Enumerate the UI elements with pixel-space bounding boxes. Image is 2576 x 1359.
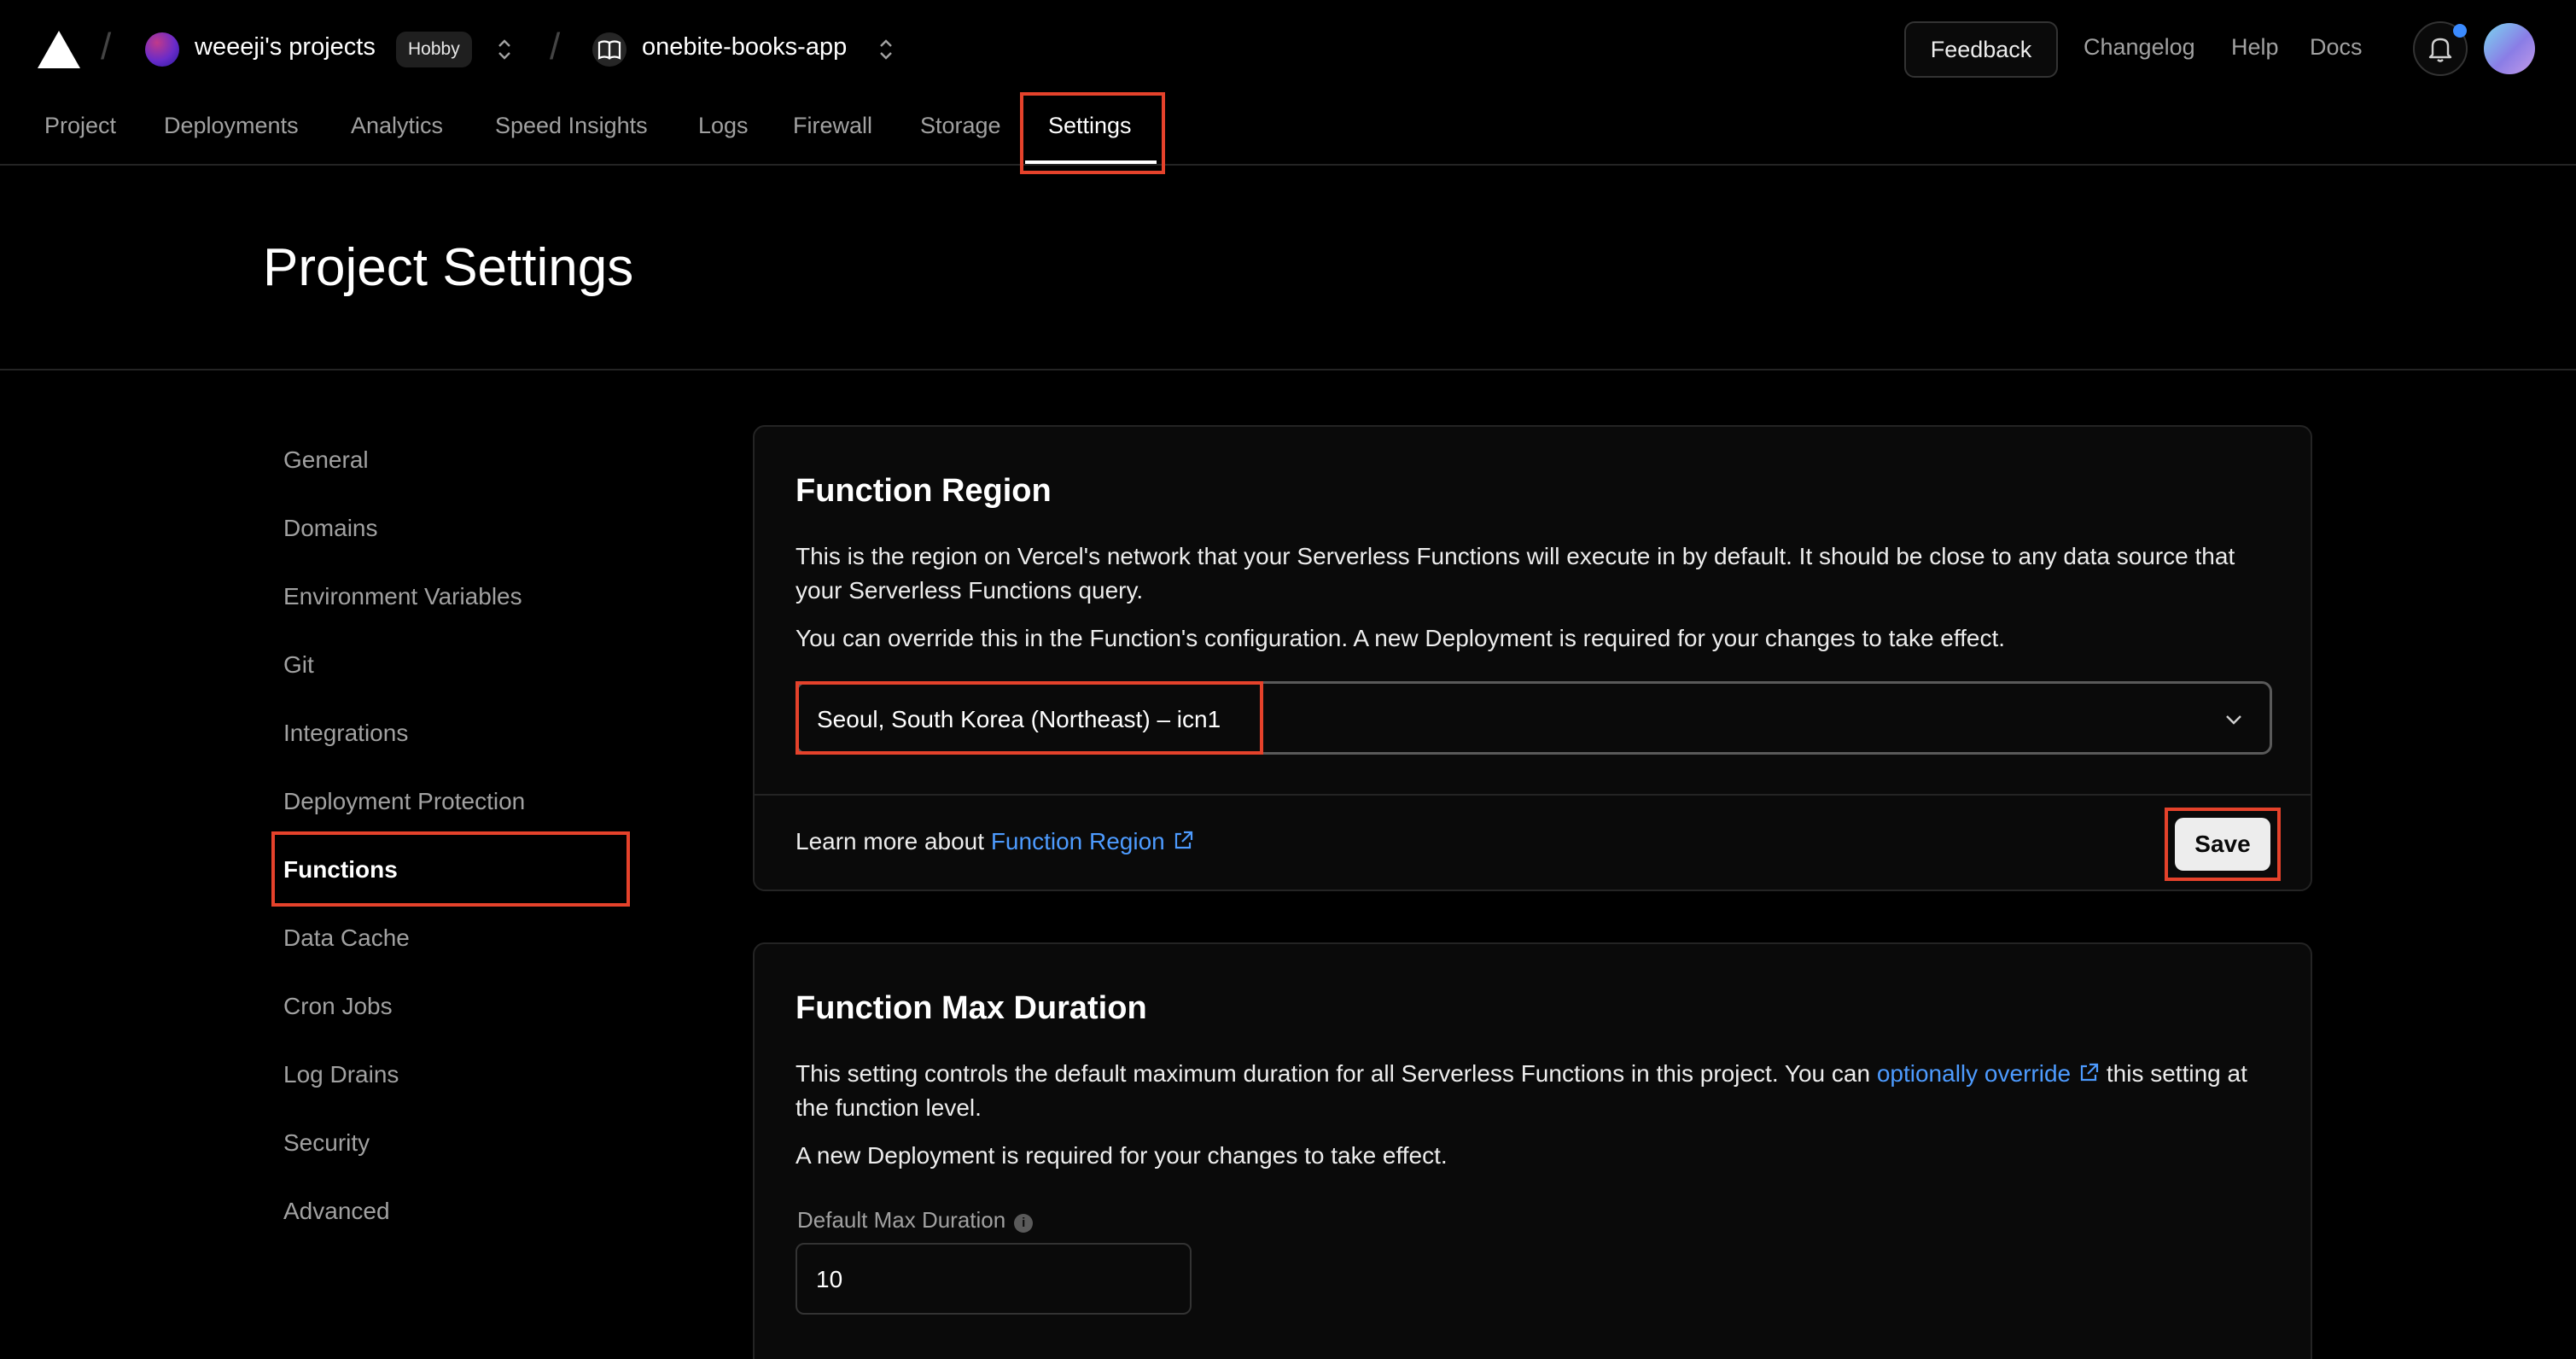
sidebar-item-log-drains[interactable]: Log Drains (283, 1061, 399, 1088)
changelog-link[interactable]: Changelog (2084, 34, 2195, 61)
function-region-footer: Learn more about Function Region Save (755, 794, 2311, 889)
docs-link[interactable]: Docs (2310, 34, 2363, 61)
external-link-icon (2080, 1063, 2099, 1082)
default-max-duration-value: 10 (816, 1266, 843, 1292)
project-nav-tabs: Project Deployments Analytics Speed Insi… (0, 101, 2576, 166)
vercel-logo-icon[interactable] (38, 31, 80, 68)
project-book-icon (592, 32, 627, 67)
breadcrumb-separator: / (550, 26, 561, 67)
sidebar-item-deployment-protection[interactable]: Deployment Protection (283, 788, 525, 815)
project-switcher-icon[interactable] (877, 34, 895, 65)
user-avatar[interactable] (2484, 23, 2535, 74)
default-max-duration-label: Default Max Duration i (797, 1207, 1034, 1234)
default-max-duration-label-text: Default Max Duration (797, 1207, 1006, 1233)
optionally-override-link[interactable]: optionally override (1877, 1060, 2071, 1087)
learn-more-text: Learn more about Function Region (796, 828, 1194, 855)
sidebar-item-domains[interactable]: Domains (283, 515, 377, 542)
function-max-duration-title: Function Max Duration (796, 990, 1147, 1026)
page-header: Project Settings (0, 167, 2576, 370)
sidebar-item-general[interactable]: General (283, 446, 369, 474)
function-region-title: Function Region (796, 473, 1052, 509)
function-max-duration-description: This setting controls the default maximu… (796, 1057, 2281, 1125)
tab-project[interactable]: Project (44, 113, 116, 139)
tab-storage[interactable]: Storage (920, 113, 1001, 139)
sidebar-item-advanced[interactable]: Advanced (283, 1198, 390, 1225)
feedback-button[interactable]: Feedback (1904, 21, 2058, 78)
tab-deployments[interactable]: Deployments (164, 113, 299, 139)
default-max-duration-input[interactable]: 10 (796, 1243, 1192, 1315)
plan-badge: Hobby (396, 32, 472, 67)
chevron-down-icon (2226, 715, 2241, 725)
external-link-icon (1174, 831, 1192, 849)
tab-speed-insights[interactable]: Speed Insights (495, 113, 648, 139)
sidebar-item-security[interactable]: Security (283, 1129, 370, 1157)
project-name[interactable]: onebite-books-app (642, 33, 847, 61)
tab-firewall[interactable]: Firewall (793, 113, 872, 139)
notification-dot (2453, 24, 2467, 38)
function-max-duration-card: Function Max Duration This setting contr… (753, 942, 2312, 1359)
function-region-description: This is the region on Vercel's network t… (796, 543, 2235, 604)
help-link[interactable]: Help (2231, 34, 2279, 61)
top-header: / weeeji's projects Hobby / onebite-book… (0, 0, 2576, 101)
sidebar-item-cron-jobs[interactable]: Cron Jobs (283, 993, 393, 1020)
description-prefix: This setting controls the default maximu… (796, 1060, 1871, 1087)
sidebar-item-data-cache[interactable]: Data Cache (283, 924, 410, 952)
sidebar-item-git[interactable]: Git (283, 651, 314, 679)
tab-analytics[interactable]: Analytics (351, 113, 443, 139)
learn-more-prefix: Learn more about (796, 828, 985, 854)
team-name[interactable]: weeeji's projects (195, 33, 376, 61)
functions-item-highlight (271, 831, 630, 907)
function-region-note: You can override this in the Function's … (796, 625, 2006, 651)
sidebar-item-environment-variables[interactable]: Environment Variables (283, 583, 522, 610)
save-button-highlight (2165, 808, 2281, 881)
function-region-docs-link[interactable]: Function Region (991, 828, 1165, 854)
region-value-highlight (796, 681, 1263, 755)
settings-tab-highlight (1020, 92, 1165, 174)
function-max-duration-note: A new Deployment is required for your ch… (796, 1142, 1448, 1169)
team-switcher-icon[interactable] (495, 34, 514, 65)
breadcrumb-separator: / (101, 26, 112, 67)
page-title: Project Settings (263, 238, 634, 297)
info-icon[interactable]: i (1014, 1214, 1034, 1233)
function-region-card: Function Region This is the region on Ve… (753, 425, 2312, 891)
team-avatar[interactable] (145, 32, 179, 67)
sidebar-item-integrations[interactable]: Integrations (283, 720, 408, 747)
tab-logs[interactable]: Logs (698, 113, 749, 139)
